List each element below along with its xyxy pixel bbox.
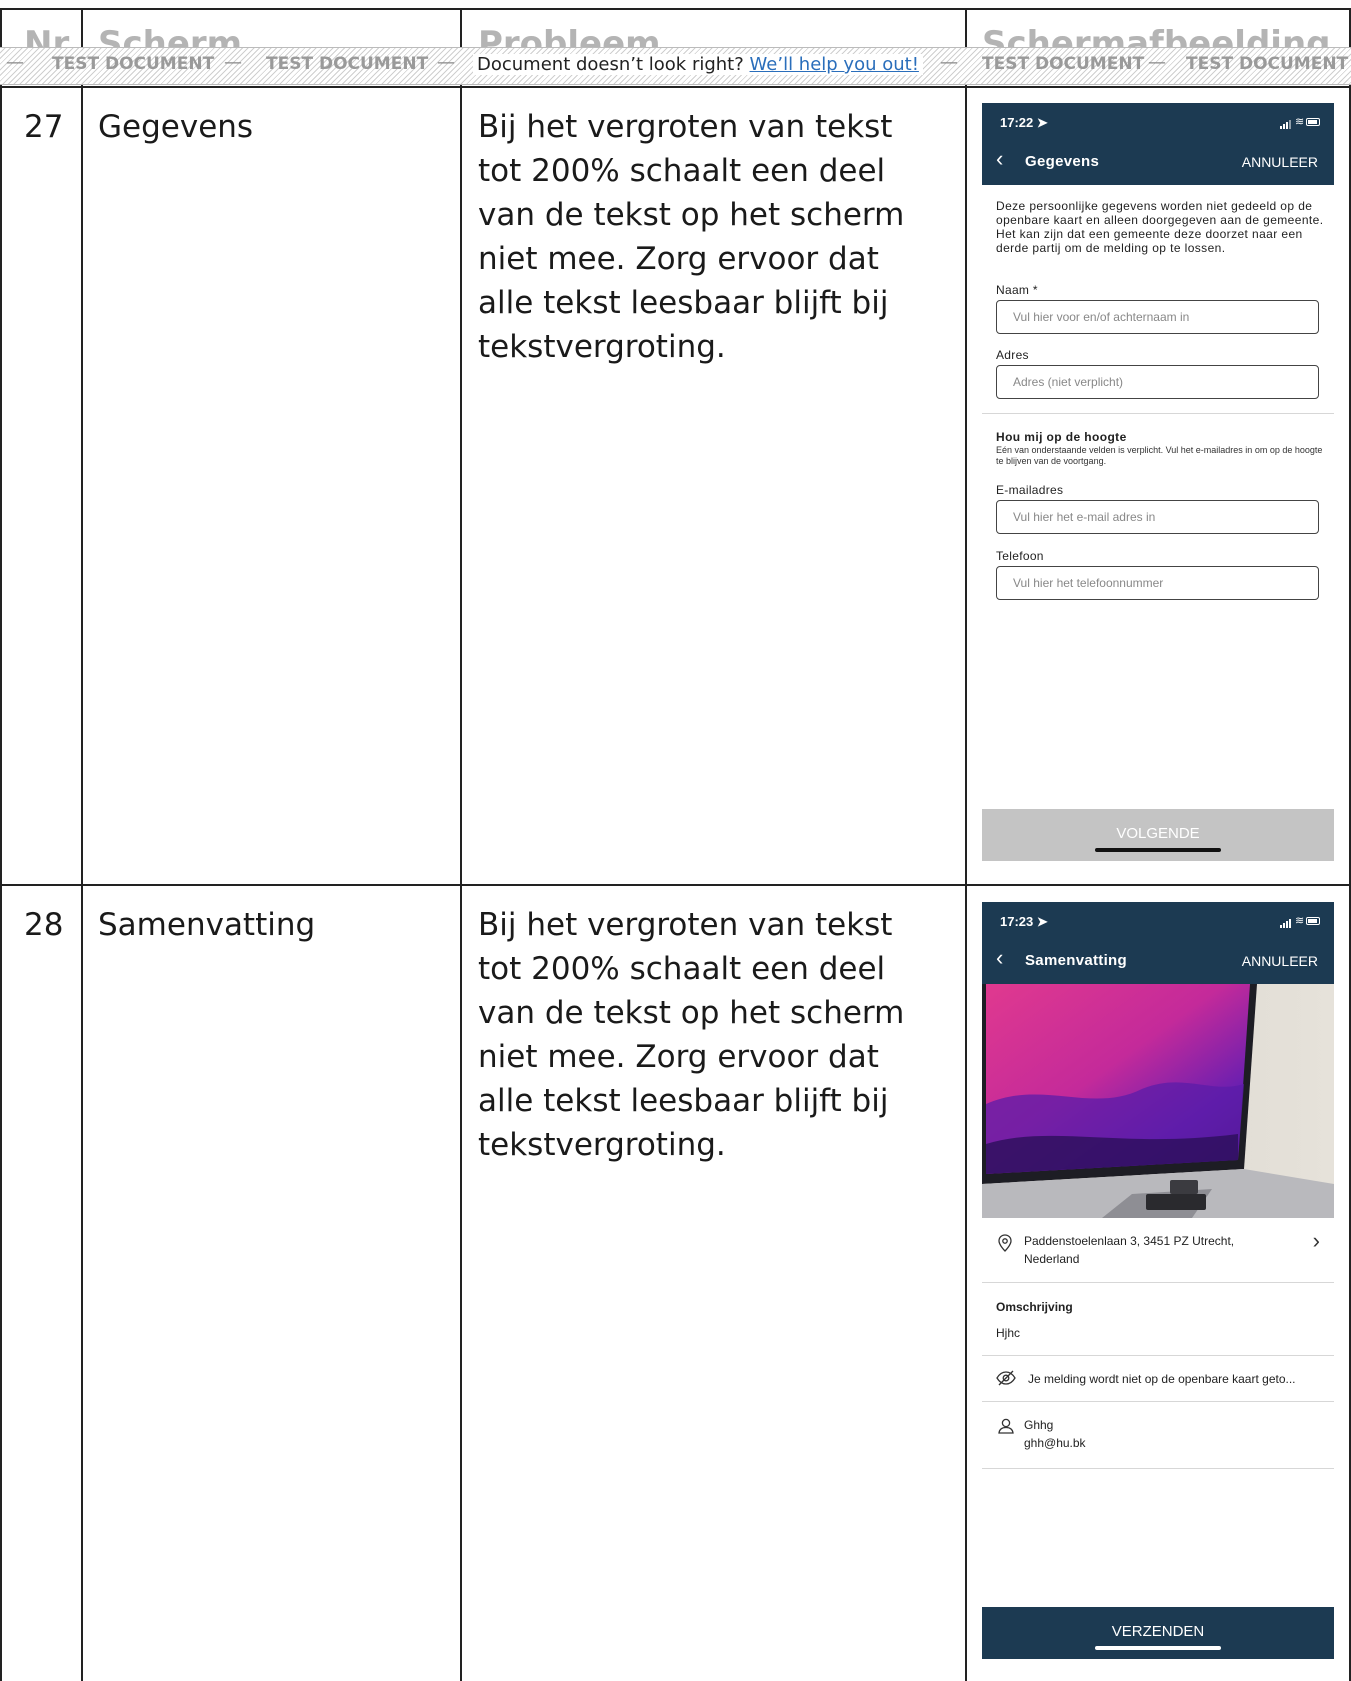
banner-dash: —: [224, 52, 242, 73]
problem-description: Bij het vergroten van tekst tot 200% sch…: [478, 109, 905, 365]
cancel-button[interactable]: ANNULEER: [1242, 953, 1318, 969]
section-divider: [982, 1355, 1334, 1356]
header-row-divider: [0, 86, 1351, 88]
keep-informed-title: Hou mij op de hoogte: [996, 430, 1127, 444]
user-icon: [998, 1418, 1014, 1439]
home-indicator: [1095, 848, 1221, 852]
row-number: 28: [24, 907, 64, 943]
section-divider: [982, 413, 1334, 414]
verzenden-label: VERZENDEN: [1111, 1623, 1205, 1640]
table-border-left: [0, 8, 2, 1681]
adres-label: Adres: [996, 348, 1029, 362]
wifi-icon: ≋: [1295, 116, 1305, 128]
signal-icon: [1280, 119, 1292, 129]
column-divider-2: [460, 8, 462, 1681]
nav-title: Gegevens: [1025, 153, 1100, 170]
watermark-text: TEST DOCUMENT: [982, 54, 1145, 74]
omschrijving-label: Omschrijving: [996, 1300, 1073, 1314]
section-divider: [982, 1401, 1334, 1402]
signal-icon: [1280, 918, 1292, 928]
email-input[interactable]: Vul hier het e-mail adres in: [996, 500, 1319, 534]
telefoon-input[interactable]: Vul hier het telefoonnummer: [996, 566, 1319, 600]
banner-dash: —: [437, 52, 455, 73]
screen-name: Samenvatting: [98, 907, 316, 943]
watermark-banner: — TEST DOCUMENT — TEST DOCUMENT — Docume…: [0, 47, 1351, 85]
back-chevron-icon[interactable]: ‹: [996, 947, 1003, 969]
naam-label: Naam *: [996, 283, 1038, 297]
location-arrow-icon: ➤: [1036, 914, 1048, 929]
row-number: 27: [24, 109, 64, 145]
watermark-text: TEST DOCUMENT: [1186, 54, 1349, 74]
eye-off-icon: [996, 1370, 1016, 1391]
volgende-button[interactable]: VOLGENDE: [982, 809, 1334, 861]
screenshot-samenvatting: 17:23 ➤ ≋ ‹ Samenvatting ANNULEER Padden…: [982, 902, 1334, 1681]
banner-dash: —: [6, 52, 24, 73]
status-time: 17:23 ➤: [1000, 914, 1048, 929]
home-indicator: [1095, 1646, 1221, 1650]
location-arrow-icon: ➤: [1036, 115, 1048, 130]
volgende-label: VOLGENDE: [1116, 825, 1200, 842]
status-icons: ≋: [1280, 915, 1320, 928]
help-link[interactable]: We’ll help you out!: [750, 54, 919, 75]
row-divider: [0, 884, 1351, 886]
battery-icon: [1306, 917, 1320, 925]
battery-icon: [1306, 118, 1320, 126]
laptop-photo: [982, 984, 1334, 1218]
section-divider: [982, 1468, 1334, 1469]
omschrijving-value: Hjhc: [996, 1326, 1021, 1340]
column-divider-3: [965, 8, 967, 1681]
naam-input[interactable]: Vul hier voor en/of achternaam in: [996, 300, 1319, 334]
nav-title: Samenvatting: [1025, 952, 1127, 969]
app-header: 17:23 ➤ ≋ ‹ Samenvatting ANNULEER: [982, 902, 1334, 984]
back-chevron-icon[interactable]: ‹: [996, 148, 1003, 170]
adres-input[interactable]: Adres (niet verplicht): [996, 365, 1319, 399]
telefoon-label: Telefoon: [996, 549, 1044, 563]
email-label: E-mailadres: [996, 483, 1064, 497]
column-divider-1: [81, 8, 83, 1681]
screen-name: Gegevens: [98, 109, 254, 145]
verzenden-button[interactable]: VERZENDEN: [982, 1607, 1334, 1659]
keep-informed-text: Eén van onderstaande velden is verplicht…: [996, 445, 1323, 466]
banner-dash: —: [1148, 52, 1166, 73]
screenshot-gegevens: 17:22 ➤ ≋ ‹ Gegevens ANNULEER Deze perso…: [982, 103, 1334, 861]
watermark-text: TEST DOCUMENT: [52, 54, 215, 74]
status-icons: ≋: [1280, 116, 1320, 129]
address-line-1: Paddenstoelenlaan 3, 3451 PZ Utrecht,: [1024, 1234, 1235, 1248]
address-line-2: Nederland: [1024, 1252, 1080, 1266]
contact-email: ghh@hu.bk: [1024, 1436, 1086, 1450]
chevron-right-icon[interactable]: ›: [1313, 1228, 1320, 1254]
privacy-intro: Deze persoonlijke gegevens worden niet g…: [996, 199, 1324, 255]
privacy-notice: Je melding wordt niet op de openbare kaa…: [1028, 1372, 1296, 1386]
wifi-icon: ≋: [1295, 915, 1305, 927]
contact-name: Ghhg: [1024, 1418, 1054, 1432]
watermark-text: TEST DOCUMENT: [266, 54, 429, 74]
cancel-button[interactable]: ANNULEER: [1242, 154, 1318, 170]
banner-message: Document doesn’t look right? We’ll help …: [473, 54, 923, 75]
table-border-top: [0, 8, 1351, 10]
status-time: 17:22 ➤: [1000, 115, 1048, 130]
location-pin-icon: [998, 1234, 1012, 1257]
problem-description: Bij het vergroten van tekst tot 200% sch…: [478, 907, 905, 1163]
section-divider: [982, 1282, 1334, 1283]
banner-dash: —: [940, 52, 958, 73]
app-header: 17:22 ➤ ≋ ‹ Gegevens ANNULEER: [982, 103, 1334, 185]
report-photo[interactable]: [982, 984, 1334, 1218]
banner-message-text: Document doesn’t look right?: [477, 54, 744, 75]
